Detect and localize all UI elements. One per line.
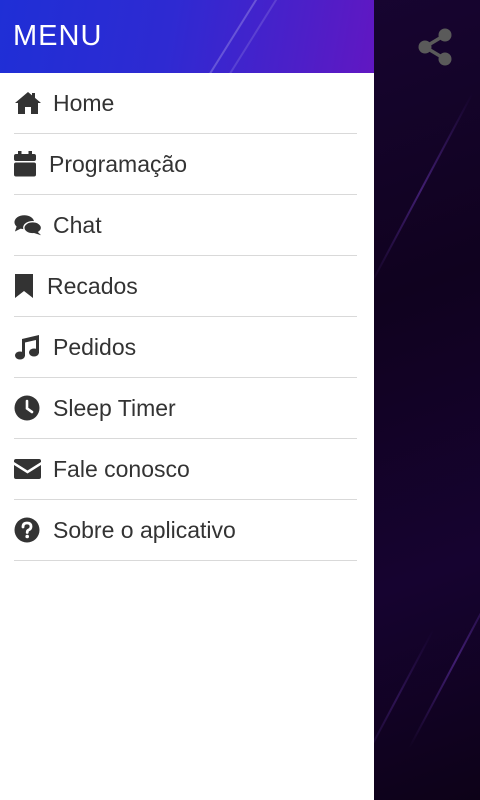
menu-item-label: Recados <box>47 272 138 299</box>
drawer-title: MENU <box>13 20 103 52</box>
menu-item-label: Programação <box>49 150 188 177</box>
chat-icon <box>14 211 42 239</box>
menu-item-chat[interactable]: Chat <box>14 195 357 256</box>
menu-list: Home Programação Chat Recados Pedidos Sl… <box>0 73 374 561</box>
menu-item-sleep-timer[interactable]: Sleep Timer <box>14 378 357 439</box>
app-screen: MENU Home Programação Chat Recados Pedid… <box>0 0 480 800</box>
header-streak <box>213 0 289 73</box>
menu-item-label: Pedidos <box>53 333 137 360</box>
bookmark-icon <box>14 272 36 300</box>
home-icon <box>14 89 42 117</box>
share-button[interactable] <box>414 26 456 68</box>
background-streak <box>408 571 480 749</box>
navigation-drawer: MENU Home Programação Chat Recados Pedid… <box>0 0 374 800</box>
header-streak <box>193 0 269 73</box>
menu-item-label: Sobre o aplicativo <box>53 516 236 543</box>
menu-item-label: Chat <box>53 211 102 238</box>
menu-item-recados[interactable]: Recados <box>14 256 357 317</box>
calendar-icon <box>14 150 38 178</box>
menu-item-label: Home <box>53 89 115 116</box>
drawer-header: MENU <box>0 0 374 73</box>
clock-icon <box>14 394 42 422</box>
menu-item-label: Sleep Timer <box>53 394 176 421</box>
question-circle-icon <box>14 516 42 544</box>
menu-item-fale-conosco[interactable]: Fale conosco <box>14 439 357 500</box>
menu-item-programacao[interactable]: Programação <box>14 134 357 195</box>
background-streak <box>368 92 474 288</box>
music-note-icon <box>14 333 42 361</box>
menu-item-pedidos[interactable]: Pedidos <box>14 317 357 378</box>
menu-item-sobre-o-aplicativo[interactable]: Sobre o aplicativo <box>14 500 357 561</box>
share-icon <box>418 28 452 66</box>
menu-item-label: Fale conosco <box>53 455 190 482</box>
envelope-icon <box>14 455 42 483</box>
menu-item-home[interactable]: Home <box>14 73 357 134</box>
